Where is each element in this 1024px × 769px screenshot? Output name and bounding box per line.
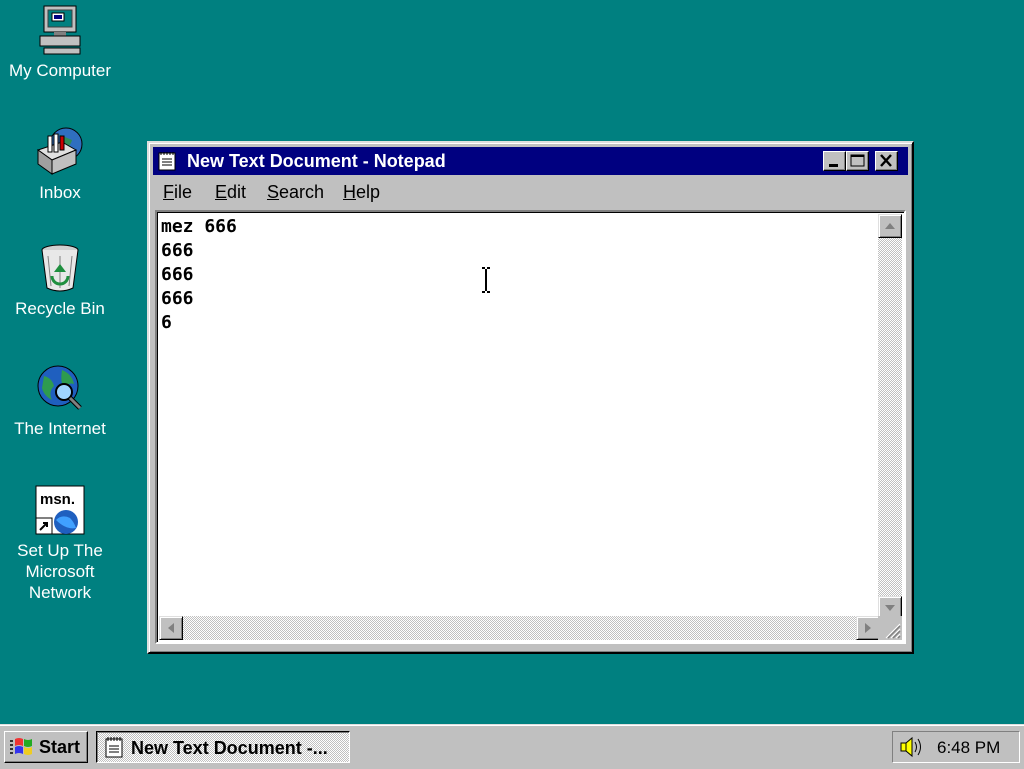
minimize-button[interactable] bbox=[823, 151, 846, 171]
text-editor[interactable]: mez 666 666 666 666 6 bbox=[155, 210, 906, 644]
arrow-left-icon bbox=[168, 623, 174, 633]
horizontal-scrollbar[interactable] bbox=[159, 616, 880, 640]
menu-help[interactable]: Help bbox=[343, 182, 380, 203]
maximize-button[interactable] bbox=[846, 151, 869, 171]
size-grip[interactable] bbox=[878, 616, 902, 640]
vertical-scrollbar[interactable] bbox=[878, 214, 902, 620]
recycle-bin-icon bbox=[41, 244, 79, 292]
scroll-left-button[interactable] bbox=[159, 616, 183, 640]
arrow-up-icon bbox=[885, 223, 895, 229]
speaker-icon[interactable] bbox=[899, 736, 925, 758]
menu-search[interactable]: Search bbox=[267, 182, 324, 203]
desktop-icon-msn-setup[interactable]: msn. Set Up The Microsoft Network bbox=[0, 484, 120, 603]
desktop-icon-label: Recycle Bin bbox=[15, 299, 105, 318]
windows-logo-icon bbox=[10, 738, 32, 755]
close-icon bbox=[880, 154, 892, 167]
menu-file[interactable]: File bbox=[163, 182, 192, 203]
resize-grip-icon bbox=[885, 623, 901, 639]
notepad-icon[interactable] bbox=[158, 151, 176, 171]
scroll-up-button[interactable] bbox=[878, 214, 902, 238]
notepad-icon bbox=[105, 737, 123, 758]
taskbar-button-notepad[interactable]: New Text Document -... bbox=[96, 731, 350, 763]
close-button[interactable] bbox=[875, 151, 898, 171]
menu-edit[interactable]: Edit bbox=[215, 182, 246, 203]
system-tray: 6:48 PM bbox=[892, 731, 1020, 763]
clock[interactable]: 6:48 PM bbox=[937, 738, 1000, 758]
start-button[interactable]: Start bbox=[4, 731, 88, 763]
taskbar: Start New Text Document -... 6:48 PM bbox=[0, 724, 1024, 769]
desktop-icon-label: The Internet bbox=[14, 419, 106, 438]
menu-bar: File Edit Search Help bbox=[153, 178, 908, 206]
minimize-icon bbox=[829, 164, 838, 167]
taskbar-button-label: New Text Document -... bbox=[131, 738, 328, 758]
desktop-icon-label: Inbox bbox=[39, 183, 81, 202]
inbox-icon bbox=[36, 127, 83, 175]
notepad-window[interactable]: New Text Document - Notepad File Edit Se… bbox=[147, 141, 914, 654]
msn-badge: msn. bbox=[40, 491, 75, 508]
document-text[interactable]: mez 666 666 666 666 6 bbox=[161, 215, 237, 335]
desktop-icon-inbox[interactable]: Inbox bbox=[0, 122, 120, 203]
desktop-icon-the-internet[interactable]: The Internet bbox=[0, 362, 120, 439]
scroll-right-button[interactable] bbox=[856, 616, 880, 640]
maximize-icon bbox=[850, 154, 865, 167]
start-label: Start bbox=[39, 737, 81, 757]
arrow-right-icon bbox=[865, 623, 871, 633]
window-title: New Text Document - Notepad bbox=[187, 151, 446, 171]
desktop-icon-my-computer[interactable]: My Computer bbox=[0, 4, 120, 81]
globe-magnifier-icon bbox=[37, 365, 82, 410]
computer-icon bbox=[39, 5, 81, 55]
desktop-icon-label: My Computer bbox=[8, 61, 112, 80]
msn-shortcut-icon: msn. bbox=[35, 485, 85, 535]
title-bar[interactable]: New Text Document - Notepad bbox=[153, 147, 908, 175]
desktop-icon-label: Set Up The Microsoft Network bbox=[17, 541, 103, 602]
text-cursor-icon bbox=[482, 267, 490, 293]
desktop-icon-recycle-bin[interactable]: Recycle Bin bbox=[0, 242, 120, 319]
